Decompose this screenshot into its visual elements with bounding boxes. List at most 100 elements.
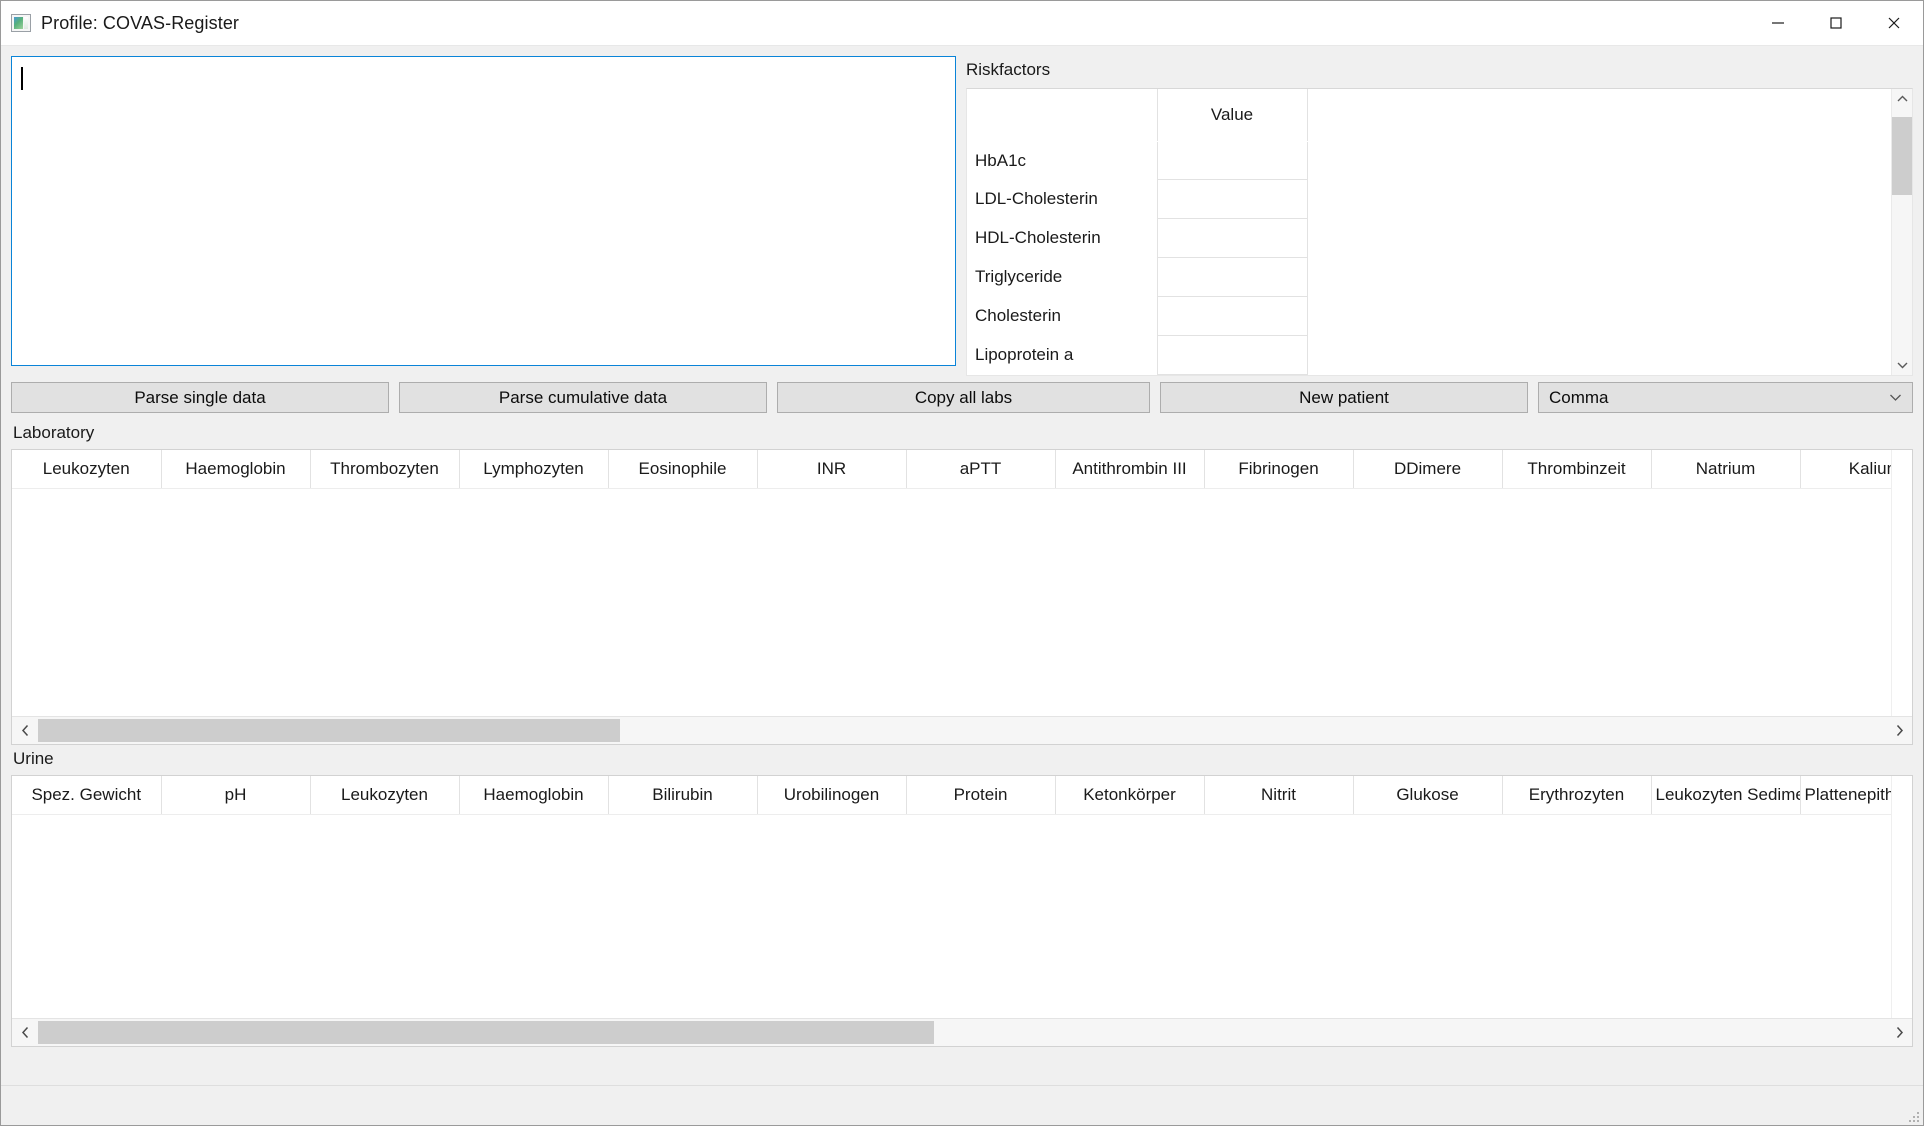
urine-scroll-thumb[interactable] xyxy=(38,1021,934,1044)
table-row[interactable]: Triglyceride xyxy=(967,258,1891,297)
text-caret xyxy=(21,67,23,90)
riskfactor-filler xyxy=(1307,180,1891,219)
chevron-up-icon[interactable] xyxy=(1892,89,1912,109)
column-header[interactable]: Spez. Gewicht xyxy=(12,776,161,814)
close-button[interactable] xyxy=(1865,1,1923,45)
chevron-right-icon[interactable] xyxy=(1886,717,1912,744)
status-bar xyxy=(1,1085,1923,1125)
riskfactor-name: HDL-Cholesterin xyxy=(967,219,1157,258)
urine-scroll-track[interactable] xyxy=(38,1019,1886,1046)
urine-vertical-scrollbar[interactable] xyxy=(1891,776,1912,1018)
riskfactors-header-row: Value xyxy=(967,89,1891,141)
laboratory-scroll-track[interactable] xyxy=(38,717,1886,744)
riskfactor-value[interactable] xyxy=(1157,141,1307,180)
riskfactor-name: LDL-Cholesterin xyxy=(967,180,1157,219)
riskfactors-scroll-thumb[interactable] xyxy=(1892,117,1912,195)
column-header[interactable]: Haemoglobin xyxy=(459,776,608,814)
resize-grip-icon[interactable] xyxy=(1907,1110,1919,1122)
riskfactor-value[interactable] xyxy=(1157,336,1307,375)
laboratory-grid-scroller: LeukozytenHaemoglobinThrombozytenLymphoz… xyxy=(12,450,1912,716)
parse-single-data-button[interactable]: Parse single data xyxy=(11,382,389,413)
column-header[interactable]: Kalium xyxy=(1800,450,1891,488)
chevron-left-icon[interactable] xyxy=(12,1019,38,1046)
riskfactors-col-value[interactable]: Value xyxy=(1157,89,1307,141)
column-header[interactable]: Ketonkörper xyxy=(1055,776,1204,814)
riskfactors-panel: Riskfactors Value HbA1c xyxy=(966,56,1913,376)
decimal-separator-select[interactable]: Comma xyxy=(1538,382,1913,413)
riskfactor-filler xyxy=(1307,141,1891,180)
table-row[interactable]: LDL-Cholesterin xyxy=(967,180,1891,219)
column-header[interactable]: Lymphozyten xyxy=(459,450,608,488)
urine-header-row: Spez. GewichtpHLeukozytenHaemoglobinBili… xyxy=(12,776,1891,814)
riskfactor-filler xyxy=(1307,219,1891,258)
column-header[interactable]: Thrombinzeit xyxy=(1502,450,1651,488)
laboratory-scroll-thumb[interactable] xyxy=(38,719,620,742)
column-header[interactable]: Urobilinogen xyxy=(757,776,906,814)
column-header[interactable]: Nitrit xyxy=(1204,776,1353,814)
table-row[interactable]: HbA1c xyxy=(967,141,1891,180)
decimal-separator-value: Comma xyxy=(1549,388,1609,408)
table-row[interactable]: Cholesterin xyxy=(967,297,1891,336)
column-header[interactable]: Leukozyten Sediment xyxy=(1651,776,1800,814)
riskfactor-value[interactable] xyxy=(1157,258,1307,297)
copy-all-labs-button[interactable]: Copy all labs xyxy=(777,382,1150,413)
chevron-right-icon[interactable] xyxy=(1886,1019,1912,1046)
app-image-icon xyxy=(11,14,31,32)
chevron-down-icon[interactable] xyxy=(1892,355,1912,375)
column-header[interactable]: Haemoglobin xyxy=(161,450,310,488)
column-header[interactable]: Natrium xyxy=(1651,450,1800,488)
title-bar: Profile: COVAS-Register xyxy=(1,1,1923,46)
application-window: Profile: COVAS-Register Riskfactors xyxy=(0,0,1924,1126)
column-header[interactable]: Glukose xyxy=(1353,776,1502,814)
column-header[interactable]: Bilirubin xyxy=(608,776,757,814)
column-header[interactable]: Plattenepithelzellen xyxy=(1800,776,1891,814)
column-header[interactable]: Eosinophile xyxy=(608,450,757,488)
riskfactors-col-name[interactable] xyxy=(967,89,1157,141)
column-header[interactable]: Thrombozyten xyxy=(310,450,459,488)
column-header[interactable]: pH xyxy=(161,776,310,814)
column-header[interactable]: Erythrozyten xyxy=(1502,776,1651,814)
table-row[interactable]: HDL-Cholesterin xyxy=(967,219,1891,258)
riskfactor-filler xyxy=(1307,258,1891,297)
urine-label: Urine xyxy=(1,745,1923,775)
riskfactor-filler xyxy=(1307,297,1891,336)
column-header[interactable]: Protein xyxy=(906,776,1055,814)
riskfactor-name: Lipoprotein a xyxy=(967,336,1157,375)
laboratory-horizontal-scrollbar[interactable] xyxy=(12,716,1912,744)
action-toolbar: Parse single data Parse cumulative data … xyxy=(1,376,1923,419)
window-title: Profile: COVAS-Register xyxy=(41,13,239,34)
riskfactor-filler xyxy=(1307,336,1891,375)
laboratory-grid-inner: LeukozytenHaemoglobinThrombozytenLymphoz… xyxy=(12,450,1891,716)
riskfactor-value[interactable] xyxy=(1157,180,1307,219)
riskfactors-col-filler xyxy=(1307,89,1891,141)
parse-cumulative-data-button[interactable]: Parse cumulative data xyxy=(399,382,767,413)
laboratory-table: LeukozytenHaemoglobinThrombozytenLymphoz… xyxy=(12,450,1891,489)
minimize-button[interactable] xyxy=(1749,1,1807,45)
column-header[interactable]: DDimere xyxy=(1353,450,1502,488)
column-header[interactable]: INR xyxy=(757,450,906,488)
maximize-button[interactable] xyxy=(1807,1,1865,45)
chevron-left-icon[interactable] xyxy=(12,717,38,744)
top-region: Riskfactors Value HbA1c xyxy=(1,46,1923,376)
urine-grid: Spez. GewichtpHLeukozytenHaemoglobinBili… xyxy=(11,775,1913,1047)
riskfactor-value[interactable] xyxy=(1157,297,1307,336)
riskfactor-name: HbA1c xyxy=(967,141,1157,180)
riskfactor-value[interactable] xyxy=(1157,219,1307,258)
table-row[interactable]: Lipoprotein a xyxy=(967,336,1891,375)
column-header[interactable]: aPTT xyxy=(906,450,1055,488)
riskfactors-scroll-track[interactable] xyxy=(1892,109,1912,355)
urine-grid-inner: Spez. GewichtpHLeukozytenHaemoglobinBili… xyxy=(12,776,1891,1018)
laboratory-label: Laboratory xyxy=(1,419,1923,449)
column-header[interactable]: Fibrinogen xyxy=(1204,450,1353,488)
riskfactors-label: Riskfactors xyxy=(966,56,1913,88)
urine-horizontal-scrollbar[interactable] xyxy=(12,1018,1912,1046)
laboratory-grid: LeukozytenHaemoglobinThrombozytenLymphoz… xyxy=(11,449,1913,745)
column-header[interactable]: Leukozyten xyxy=(12,450,161,488)
laboratory-vertical-scrollbar[interactable] xyxy=(1891,450,1912,716)
new-patient-button[interactable]: New patient xyxy=(1160,382,1528,413)
urine-grid-scroller: Spez. GewichtpHLeukozytenHaemoglobinBili… xyxy=(12,776,1912,1018)
column-header[interactable]: Leukozyten xyxy=(310,776,459,814)
paste-textarea[interactable] xyxy=(11,56,956,366)
riskfactors-vertical-scrollbar[interactable] xyxy=(1891,89,1912,375)
column-header[interactable]: Antithrombin III xyxy=(1055,450,1204,488)
